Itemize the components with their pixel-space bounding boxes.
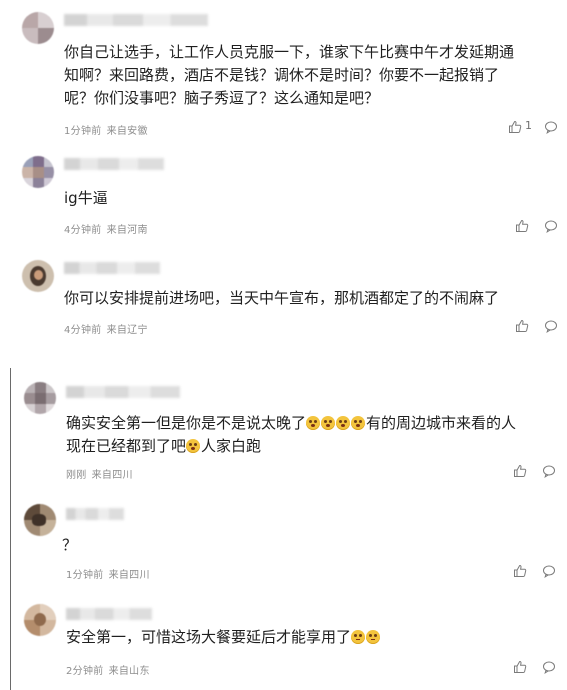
comment-location: 来自辽宁: [106, 325, 148, 336]
comment-item: ig牛逼 4分钟前 来自河南: [0, 146, 567, 242]
avatar[interactable]: [22, 156, 54, 188]
comment-time: 1分钟前: [66, 570, 104, 581]
comment-meta: 刚刚 来自四川: [66, 466, 138, 481]
speech-bubble-icon[interactable]: [542, 660, 556, 674]
thumbs-up-icon[interactable]: [513, 660, 527, 674]
crying-face-emoji-icon: [351, 416, 366, 430]
sleepy-face-emoji-icon: [351, 630, 366, 644]
thumbs-up-icon[interactable]: [513, 464, 527, 478]
avatar[interactable]: [24, 382, 56, 414]
crying-face-emoji-icon: [306, 416, 321, 430]
comment-time: 刚刚: [66, 470, 87, 481]
speech-bubble-icon[interactable]: [544, 319, 558, 333]
comment-text-part: 人家白跑: [201, 437, 262, 455]
user-name-blurred[interactable]: [66, 608, 152, 620]
comment-meta: 4分钟前 来自河南: [64, 221, 153, 236]
avatar[interactable]: [24, 604, 56, 636]
sleepy-face-emoji-icon: [366, 630, 381, 644]
comment-item: 你可以安排提前进场吧，当天中午宣布，那机酒都定了的不闹麻了 4分钟前 来自辽宁: [0, 250, 567, 350]
comment-item: 确实安全第一但是你是不是说太晚了 有的周边城市来看的人 现在已经都到了吧 人家白跑 …: [0, 368, 567, 488]
comment-section-bottom: 确实安全第一但是你是不是说太晚了 有的周边城市来看的人 现在已经都到了吧 人家白跑 …: [0, 368, 567, 690]
crying-face-emoji-icon: [321, 416, 336, 430]
comment-location: 来自安徽: [106, 126, 148, 137]
comment-meta: 1分钟前 来自安徽: [64, 122, 153, 137]
avatar[interactable]: [22, 260, 54, 292]
comment-item: 你自己让选手，让工作人员克服一下，谁家下午比赛中午才发延期通 知啊？来回路费，酒…: [0, 0, 567, 140]
comment-time: 4分钟前: [64, 325, 102, 336]
comment-item: 安全第一，可惜这场大餐要延后才能享用了 2分钟前 来自山东: [0, 594, 567, 690]
comment-text: 安全第一，可惜这场大餐要延后才能享用了: [66, 626, 561, 649]
comment-item: ？ 1分钟前 来自四川: [0, 494, 567, 590]
comment-time: 4分钟前: [64, 225, 102, 236]
comment-location: 来自四川: [108, 570, 150, 581]
comment-location: 来自山东: [108, 666, 150, 677]
user-name-blurred[interactable]: [64, 262, 160, 274]
comment-time: 1分钟前: [64, 126, 102, 137]
speech-bubble-icon[interactable]: [542, 464, 556, 478]
user-name-blurred[interactable]: [64, 158, 164, 170]
thumbs-up-icon[interactable]: [515, 319, 529, 333]
like-count: 1: [525, 119, 532, 132]
comment-text: 确实安全第一但是你是不是说太晚了 有的周边城市来看的人 现在已经都到了吧 人家白跑: [66, 412, 561, 458]
crying-face-emoji-icon: [336, 416, 351, 430]
speech-bubble-icon[interactable]: [544, 219, 558, 233]
speech-bubble-icon[interactable]: [542, 564, 556, 578]
speech-bubble-icon[interactable]: [544, 120, 558, 134]
user-name-blurred[interactable]: [66, 508, 124, 520]
comment-meta: 4分钟前 来自辽宁: [64, 321, 153, 336]
comment-text-part: 确实安全第一但是你是不是说太晚了: [66, 414, 307, 432]
comment-text-part: 安全第一，可惜这场大餐要延后才能享用了: [66, 628, 352, 646]
thumbs-up-icon[interactable]: [515, 219, 529, 233]
avatar[interactable]: [22, 12, 54, 44]
thumbs-up-icon[interactable]: [508, 120, 522, 134]
user-name-blurred[interactable]: [66, 386, 180, 398]
comment-text: 你自己让选手，让工作人员克服一下，谁家下午比赛中午才发延期通 知啊？来回路费，酒…: [64, 43, 515, 107]
comment-text: ig牛逼: [64, 189, 108, 207]
comment-meta: 1分钟前 来自四川: [66, 566, 155, 581]
crying-face-emoji-icon: [186, 439, 201, 453]
comment-location: 来自河南: [106, 225, 148, 236]
comment-text: ？: [62, 536, 78, 554]
avatar[interactable]: [24, 504, 56, 536]
comment-time: 2分钟前: [66, 666, 104, 677]
comment-text: 你可以安排提前进场吧，当天中午宣布，那机酒都定了的不闹麻了: [64, 289, 500, 307]
comment-section-top: 你自己让选手，让工作人员克服一下，谁家下午比赛中午才发延期通 知啊？来回路费，酒…: [0, 0, 567, 350]
comment-location: 来自四川: [91, 470, 133, 481]
user-name-blurred[interactable]: [64, 14, 208, 26]
emoji-group: [306, 414, 366, 432]
thumbs-up-icon[interactable]: [513, 564, 527, 578]
comment-meta: 2分钟前 来自山东: [66, 662, 155, 677]
